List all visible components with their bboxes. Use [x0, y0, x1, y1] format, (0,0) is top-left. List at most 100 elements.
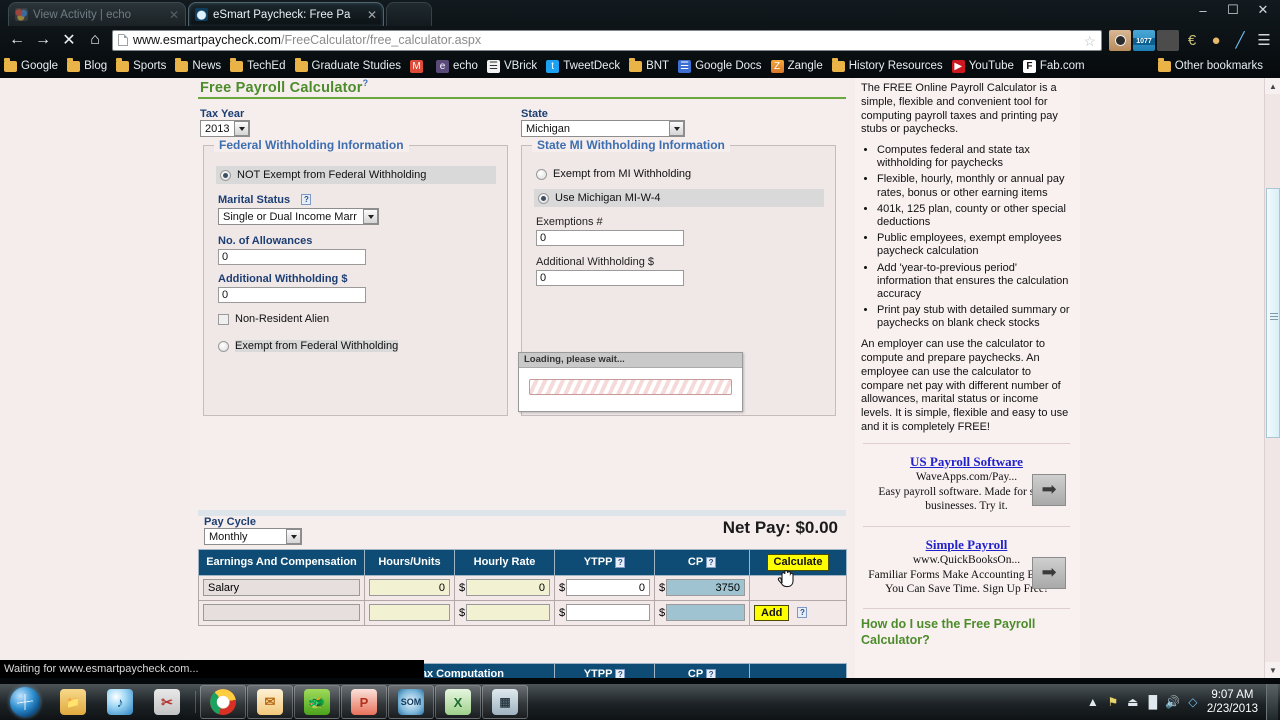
taskbar-item-itunes[interactable]: ♪ — [97, 685, 143, 719]
minimize-button[interactable]: – — [1188, 0, 1218, 20]
cp-input[interactable]: 3750 — [666, 579, 745, 597]
bookmark-google-docs[interactable]: ☰ Google Docs — [678, 59, 762, 73]
bookmark-fab[interactable]: F Fab.com — [1022, 59, 1085, 73]
bookmark-google[interactable]: Google — [4, 57, 58, 72]
bookmark-echo[interactable]: e echo — [436, 59, 478, 73]
bookmark-bnt[interactable]: BNT — [629, 57, 669, 72]
arrow-right-icon[interactable]: ➡ — [1032, 473, 1066, 506]
maximize-button[interactable]: ☐ — [1218, 0, 1248, 20]
new-tab-button[interactable] — [386, 2, 432, 26]
dropbox-icon[interactable]: ◇ — [1183, 685, 1203, 719]
tab-view-activity[interactable]: View Activity | echo ✕ — [8, 2, 186, 26]
taskbar-item-som[interactable]: SOM — [388, 685, 434, 719]
bookmark-tweetdeck[interactable]: t TweetDeck — [546, 59, 620, 73]
taskbar-item-chrome[interactable] — [200, 685, 246, 719]
pen-extension-icon[interactable]: ╱ — [1229, 30, 1251, 51]
bookmark-gmail[interactable]: M — [410, 59, 427, 73]
network-eject-icon[interactable]: ⏏ — [1123, 685, 1143, 719]
instagram-icon[interactable] — [1109, 29, 1131, 51]
marital-help-icon[interactable]: ? — [301, 194, 312, 206]
title-help-icon[interactable]: ? — [363, 78, 369, 88]
ad-title-link[interactable]: Simple Payroll — [926, 537, 1008, 552]
ad-simple-payroll[interactable]: Simple Payroll www.QuickBooksOn... Famil… — [861, 535, 1072, 601]
bookmark-zangle[interactable]: Z Zangle — [770, 59, 823, 73]
signal-icon[interactable]: █ — [1143, 685, 1163, 719]
federal-exempt-radio[interactable]: Exempt from Federal Withholding — [218, 340, 399, 352]
state-additional-input[interactable]: 0 — [536, 270, 684, 286]
bookmark-star-icon[interactable]: ☆ — [1083, 33, 1096, 50]
state-use-miw4-radio[interactable]: Use Michigan MI-W-4 — [534, 189, 824, 207]
arrow-right-icon[interactable]: ➡ — [1032, 556, 1066, 589]
grey-extension-icon[interactable] — [1157, 29, 1179, 51]
close-icon[interactable]: ✕ — [169, 8, 179, 22]
taskbar-item-excel[interactable]: X — [435, 685, 481, 719]
bookmark-graduate-studies[interactable]: Graduate Studies — [294, 57, 401, 72]
scrollbar-thumb[interactable] — [1266, 188, 1280, 438]
other-bookmarks[interactable]: Other bookmarks — [1157, 57, 1263, 72]
stop-icon[interactable]: ✕ — [56, 27, 82, 53]
bookmark-history-resources[interactable]: History Resources — [831, 57, 943, 72]
tab-esmart-paycheck[interactable]: eSmart Paycheck: Free Pa ✕ — [188, 2, 384, 26]
taskbar-item-calculator[interactable]: ▦ — [482, 685, 528, 719]
show-hidden-icons-button[interactable]: ▲ — [1083, 685, 1103, 719]
taskbar-item-powerpoint[interactable]: P — [341, 685, 387, 719]
bookmark-youtube[interactable]: ▶ YouTube — [951, 59, 1014, 73]
start-button[interactable] — [0, 685, 50, 719]
taskbar-item-outlook[interactable]: ✉ — [247, 685, 293, 719]
add-help-icon[interactable]: ? — [797, 607, 808, 619]
earning-name-input[interactable] — [203, 604, 360, 622]
state-exempt-radio[interactable]: Exempt from MI Withholding — [536, 168, 691, 180]
cp-help-icon[interactable]: ? — [706, 668, 717, 678]
bookmark-blog[interactable]: Blog — [67, 57, 107, 72]
ytpp-input[interactable] — [566, 604, 650, 622]
hand-extension-icon[interactable]: ● — [1205, 30, 1227, 51]
hours-input[interactable]: 0 — [369, 579, 450, 597]
state-select[interactable]: Michigan — [521, 120, 685, 137]
clock[interactable]: 9:07 AM 2/23/2013 — [1203, 688, 1266, 717]
bookmark-news[interactable]: News — [175, 57, 221, 72]
tax-year-select[interactable]: 2013 — [200, 120, 250, 137]
tweetdeck-icon[interactable]: 1077 — [1133, 29, 1155, 51]
ytpp-help-icon[interactable]: ? — [615, 556, 626, 568]
rate-input[interactable]: 0 — [466, 579, 550, 597]
rate-input[interactable] — [466, 604, 550, 622]
back-icon[interactable]: ← — [4, 27, 30, 53]
ytpp-input[interactable]: 0 — [566, 579, 650, 597]
earning-name-input[interactable]: Salary — [203, 579, 360, 597]
hours-input[interactable] — [369, 604, 450, 622]
add-earning-button[interactable]: Add — [754, 604, 790, 621]
bookmark-vbrick[interactable]: ☰ VBrick — [486, 59, 537, 73]
bookmark-sports[interactable]: Sports — [116, 57, 166, 72]
taskbar-item-windows-explorer[interactable]: 📁 — [50, 685, 96, 719]
forward-icon[interactable]: → — [30, 27, 56, 53]
pay-cycle-select[interactable]: Monthly — [204, 528, 302, 545]
home-icon[interactable]: ⌂ — [82, 27, 108, 53]
fed-additional-input[interactable]: 0 — [218, 287, 366, 303]
volume-icon[interactable]: 🔊 — [1163, 685, 1183, 719]
bookmark-teched[interactable]: TechEd — [230, 57, 286, 72]
marital-status-select[interactable]: Single or Dual Income Marr — [218, 208, 379, 225]
show-desktop-button[interactable] — [1266, 684, 1278, 720]
close-window-button[interactable]: ✕ — [1248, 0, 1278, 20]
scroll-up-icon[interactable]: ▲ — [1265, 78, 1280, 94]
close-icon[interactable]: ✕ — [367, 8, 377, 22]
ad-title-link[interactable]: US Payroll Software — [910, 454, 1023, 469]
cp-help-icon[interactable]: ? — [706, 556, 717, 568]
address-bar[interactable]: www.esmartpaycheck.com/FreeCalculator/fr… — [112, 29, 1102, 51]
page-scrollbar[interactable]: ▲ ▼ — [1264, 78, 1280, 678]
non-resident-alien-checkbox[interactable]: Non-Resident Alien — [218, 313, 329, 325]
gdocs-icon: ☰ — [678, 59, 692, 73]
th-deduction-action — [749, 663, 847, 678]
exemptions-input[interactable]: 0 — [536, 230, 684, 246]
ad-us-payroll-software[interactable]: US Payroll Software WaveApps.com/Pay... … — [861, 452, 1072, 518]
s-extension-icon[interactable]: € — [1181, 30, 1203, 51]
taskbar-item-snipping-tool[interactable]: ✂ — [144, 685, 190, 719]
scroll-down-icon[interactable]: ▼ — [1265, 662, 1280, 678]
action-center-icon[interactable]: ⚑ — [1103, 685, 1123, 719]
menu-icon[interactable]: ☰ — [1253, 30, 1275, 51]
taskbar-item-evernote[interactable]: 🐲 — [294, 685, 340, 719]
cp-input[interactable] — [666, 604, 745, 622]
allowances-input[interactable]: 0 — [218, 249, 366, 265]
ytpp-help-icon[interactable]: ? — [615, 668, 626, 678]
federal-not-exempt-radio[interactable]: NOT Exempt from Federal Withholding — [216, 166, 496, 184]
